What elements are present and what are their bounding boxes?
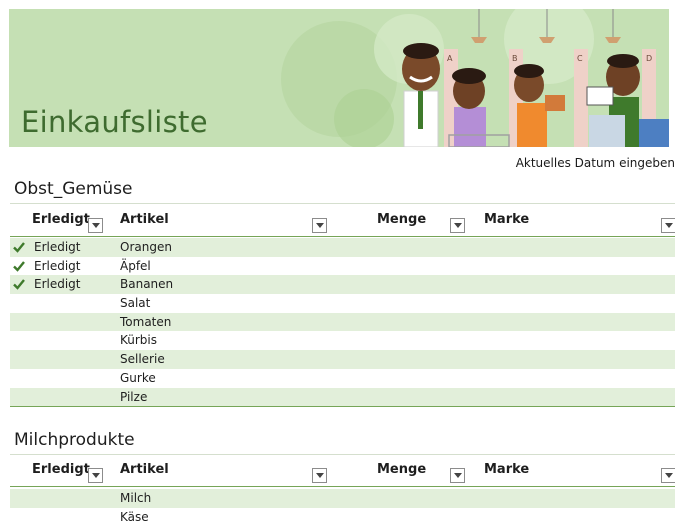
col-header-item: Artikel: [120, 462, 169, 477]
shelf-label-d: D: [646, 54, 652, 63]
filter-brand-button[interactable]: [661, 218, 675, 233]
checkmark-icon: [13, 260, 25, 272]
item-cell[interactable]: Milch: [120, 491, 151, 505]
table-body-produce: Erledigt Orangen Erledigt Äpfel Erledigt Bana…: [10, 238, 675, 407]
filter-brand-button[interactable]: [661, 468, 675, 483]
col-header-done: Erledigt: [32, 212, 90, 227]
filter-done-button[interactable]: [88, 218, 103, 233]
section-title-produce: Obst_Gemüse: [14, 179, 133, 199]
item-cell[interactable]: Kürbis: [120, 333, 157, 347]
filter-item-button[interactable]: [312, 468, 327, 483]
current-date-field[interactable]: Aktuelles Datum eingeben: [516, 156, 675, 170]
table-row[interactable]: Pilze: [10, 387, 675, 407]
table-row[interactable]: Erledigt Orangen: [10, 238, 675, 257]
item-cell[interactable]: Pilze: [120, 390, 147, 404]
item-cell[interactable]: Äpfel: [120, 259, 151, 273]
checkmark-icon: [13, 242, 25, 253]
item-cell[interactable]: Gurke: [120, 371, 156, 385]
col-header-qty: Menge: [377, 462, 427, 477]
col-header-brand: Marke: [484, 212, 530, 227]
item-cell[interactable]: Tomaten: [120, 315, 171, 329]
shelf-label-c: C: [577, 54, 583, 63]
table-row[interactable]: Erledigt Bananen: [10, 275, 675, 295]
table-row[interactable]: Milch: [10, 489, 675, 508]
shelf-label-b: B: [512, 54, 518, 63]
filter-qty-button[interactable]: [450, 468, 465, 483]
filter-done-button[interactable]: [88, 468, 103, 483]
item-cell[interactable]: Käse: [120, 510, 149, 524]
table-row[interactable]: Kürbis: [10, 331, 675, 350]
done-cell[interactable]: Erledigt: [34, 259, 81, 273]
item-cell[interactable]: Salat: [120, 296, 150, 310]
checkmark-icon: [13, 279, 25, 291]
item-cell[interactable]: Orangen: [120, 240, 172, 254]
section-title-dairy: Milchprodukte: [14, 430, 135, 450]
filter-item-button[interactable]: [312, 218, 327, 233]
col-header-item: Artikel: [120, 212, 169, 227]
table-header-dairy: Erledigt Artikel Menge Marke: [10, 458, 675, 487]
item-cell[interactable]: Sellerie: [120, 352, 165, 366]
table-end-line: [10, 406, 675, 407]
col-header-qty: Menge: [377, 212, 427, 227]
table-body-dairy: Milch Käse: [10, 489, 675, 526]
done-cell[interactable]: Erledigt: [34, 277, 81, 291]
table-row[interactable]: Sellerie: [10, 350, 675, 369]
item-cell[interactable]: Bananen: [120, 277, 173, 291]
table-row[interactable]: Tomaten: [10, 312, 675, 332]
table-header-produce: Erledigt Artikel Menge Marke: [10, 208, 675, 237]
table-row[interactable]: Erledigt Äpfel: [10, 257, 675, 276]
page-title: Einkaufsliste: [21, 105, 208, 139]
table-row[interactable]: Käse: [10, 508, 675, 526]
section-divider: [10, 454, 675, 455]
filter-qty-button[interactable]: [450, 218, 465, 233]
table-row[interactable]: Salat: [10, 294, 675, 313]
col-header-done: Erledigt: [32, 462, 90, 477]
shelf-label-a: A: [447, 54, 453, 63]
table-row[interactable]: Gurke: [10, 369, 675, 388]
section-divider: [10, 203, 675, 204]
done-cell[interactable]: Erledigt: [34, 240, 81, 254]
header-banner: A B C D Einkaufsliste: [9, 9, 669, 147]
col-header-brand: Marke: [484, 462, 530, 477]
